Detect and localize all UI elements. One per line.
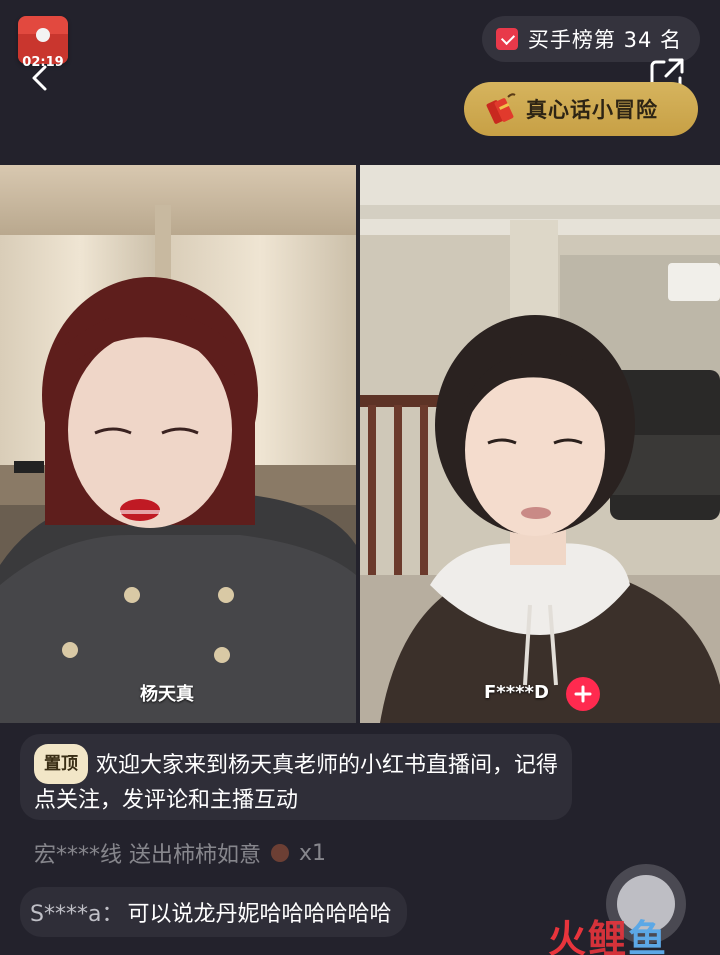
host-video-feed[interactable]: 杨天真 (0, 165, 356, 723)
watermark-char-3: 鱼 (628, 917, 669, 955)
persimmon-gift-icon (271, 844, 289, 862)
plus-icon (574, 685, 592, 703)
pinned-comment-body: 置顶 欢迎大家来到杨天真老师的小红书直播间，记得点关注，发评论和主播互动 (34, 744, 558, 818)
guest-video-frame (360, 165, 720, 723)
rank-label: 买手榜第 34 名 (527, 28, 682, 52)
coin-icon (36, 28, 50, 42)
guest-name-label: F****D (484, 682, 549, 703)
message-username[interactable]: S****a： (30, 896, 123, 928)
message-text: 可以说龙丹妮哈哈哈哈哈哈 (127, 902, 392, 927)
truth-dare-game-button[interactable]: 真心话小冒险 (464, 82, 698, 136)
rank-icon (495, 28, 518, 50)
follow-button[interactable] (566, 677, 600, 711)
host-name-label: 杨天真 (140, 684, 194, 705)
red-packet-icon[interactable]: 02:19 (18, 16, 68, 70)
pinned-badge: 置顶 (34, 744, 88, 784)
chat-message[interactable]: S****a： 可以说龙丹妮哈哈哈哈哈哈 (20, 887, 408, 937)
gift-notification: 宏****线 送出柿柿如意 x1 (20, 832, 340, 874)
gift-text: 宏****线 送出柿柿如意 (34, 843, 261, 868)
guest-video-feed[interactable]: F****D (360, 165, 720, 723)
game-label: 真心话小冒险 (526, 98, 658, 122)
gift-count: x1 (299, 840, 327, 866)
pinned-comment-text: 欢迎大家来到杨天真老师的小红书直播间，记得点关注，发评论和主播互动 (34, 753, 559, 813)
firecracker-icon (486, 93, 516, 124)
watermark-char-2: 鲤 (588, 917, 629, 955)
watermark-logo: 火鲤鱼 (548, 908, 668, 955)
host-video-frame (0, 165, 356, 723)
back-arrow-icon[interactable] (26, 64, 56, 92)
watermark-char-1: 火 (548, 917, 589, 955)
pinned-comment: 置顶 欢迎大家来到杨天真老师的小红书直播间，记得点关注，发评论和主播互动 (20, 734, 572, 820)
